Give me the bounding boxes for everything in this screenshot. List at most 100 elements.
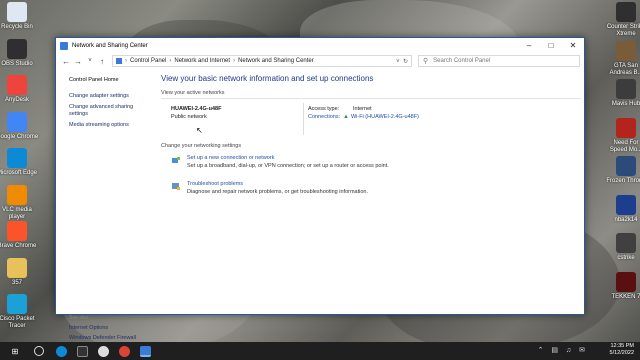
- search-icon[interactable]: [34, 346, 44, 356]
- tekken-icon: [616, 271, 636, 292]
- connection-link[interactable]: ▲ Wi-Fi (HUAWEI-2.4G-u48F): [343, 114, 419, 120]
- sidebar-advanced-sharing[interactable]: Change advanced sharing settings: [69, 104, 145, 118]
- network-type[interactable]: Public network: [171, 114, 207, 120]
- chevron-right-icon: ›: [169, 58, 172, 64]
- desktop-shortcut[interactable]: Google Chrome: [0, 111, 39, 141]
- breadcrumb-control-panel[interactable]: Control Panel: [130, 58, 166, 64]
- see-also-label: See also: [69, 315, 89, 321]
- desktop-shortcut-label: 357: [11, 279, 22, 286]
- desktop-shortcut[interactable]: Counter Strike Xtreme: [604, 2, 640, 38]
- desktop-shortcut-label: OBS Studio: [1, 60, 33, 67]
- desktop-shortcut-label: Mavis Hub: [611, 101, 640, 107]
- setup-connection-desc: Set up a broadband, dial-up, or VPN conn…: [187, 163, 389, 169]
- desktop-shortcut[interactable]: Mavis Hub: [604, 79, 640, 108]
- desktop-shortcut-label: Microsoft Edge: [0, 170, 38, 176]
- obs-icon[interactable]: [98, 345, 109, 357]
- desktop-shortcut-label: AnyDesk: [4, 97, 29, 103]
- terminal-icon[interactable]: [77, 345, 88, 357]
- back-arrow-icon[interactable]: ←: [60, 57, 72, 66]
- troubleshoot-icon: [172, 183, 180, 190]
- taskbar: ⊞ ⌃ ▤ ♫ ✉ 12:35 PM 5/12/2022: [0, 342, 640, 360]
- internet-options-link[interactable]: Internet Options: [69, 325, 145, 332]
- edge-icon: [7, 148, 27, 168]
- desktop-shortcut-label: Recycle Bin: [1, 24, 33, 30]
- vlc-icon: [7, 184, 27, 205]
- desktop-shortcut[interactable]: VLC media player: [0, 184, 39, 221]
- desktop-shortcut-label: TEKKEN 7: [611, 293, 640, 300]
- active-networks-label: View your active networks: [161, 90, 581, 99]
- up-arrow-icon[interactable]: ↑: [96, 57, 108, 66]
- frozen-throne-icon: [616, 156, 636, 176]
- forward-arrow-icon[interactable]: →: [72, 57, 84, 66]
- clock[interactable]: 12:35 PM 5/12/2022: [610, 343, 634, 357]
- address-dropdown-icon[interactable]: ˅ ↻: [396, 58, 411, 65]
- system-tray-icons[interactable]: ⌃ ▤ ♫ ✉: [538, 346, 588, 354]
- breadcrumb-network-internet[interactable]: Network and Internet: [174, 58, 230, 64]
- clock-date: 5/12/2022: [609, 350, 634, 356]
- brave-icon: [7, 221, 27, 241]
- troubleshoot-link[interactable]: Troubleshoot problems: [187, 181, 243, 187]
- sidebar: Control Panel Home Change adapter settin…: [56, 71, 152, 341]
- network-sharing-window: Network and Sharing Center – □ ✕ ← → ˅ ↑…: [55, 37, 585, 341]
- desktop-shortcut[interactable]: 357: [0, 257, 39, 287]
- desktop-shortcut[interactable]: Need For Speed Mo...: [604, 117, 640, 154]
- desktop-shortcut[interactable]: OBS Studio: [0, 38, 39, 68]
- connection-link-label: Wi-Fi (HUAWEI-2.4G-u48F): [350, 114, 419, 120]
- search-placeholder: Search Control Panel: [433, 58, 491, 64]
- control-panel-icon[interactable]: [140, 345, 151, 357]
- desktop-shortcut-label: cstrike: [617, 255, 635, 261]
- close-button[interactable]: ✕: [562, 38, 584, 53]
- firewall-link[interactable]: Windows Defender Firewall: [69, 335, 145, 342]
- desktop-shortcut-label: Counter Strike Xtreme: [606, 24, 640, 37]
- desktop-shortcut[interactable]: GTA San Andreas B...: [604, 40, 640, 77]
- main-panel: View your basic network information and …: [160, 71, 584, 314]
- desktop-shortcut[interactable]: nba2k14: [604, 194, 640, 224]
- anydesk-icon: [7, 75, 27, 95]
- desktop-shortcut-label: VLC media player: [2, 206, 32, 220]
- desktop-shortcut[interactable]: Brave Chrome: [0, 221, 39, 250]
- maximize-button[interactable]: □: [540, 38, 562, 53]
- address-bar[interactable]: › Control Panel › Network and Internet ›…: [112, 55, 412, 67]
- network-name: HUAWEI-2.4G-u48F: [171, 106, 222, 112]
- desktop-shortcut-label: GTA San Andreas B...: [609, 62, 640, 76]
- task-troubleshoot: Troubleshoot problems Diagnose and repai…: [161, 180, 584, 206]
- windows-start-icon[interactable]: ⊞: [8, 344, 22, 358]
- desktop-shortcut-label: Frozen Throne: [606, 178, 640, 184]
- new-connection-icon: [172, 157, 180, 163]
- obs-icon: [7, 38, 27, 59]
- desktop-shortcut[interactable]: cstrike: [604, 233, 640, 262]
- gta-icon: [616, 40, 636, 61]
- folder-icon: [7, 257, 27, 278]
- setup-connection-link[interactable]: Set up a new connection or network: [187, 155, 274, 161]
- sidebar-home-link[interactable]: Control Panel Home: [69, 77, 145, 84]
- cstrike-icon: [616, 233, 636, 253]
- title-bar[interactable]: Network and Sharing Center: [56, 38, 584, 53]
- search-icon: ⚲: [423, 58, 429, 65]
- desktop-shortcut[interactable]: Cisco Packet Tracer: [0, 294, 39, 330]
- search-box[interactable]: ⚲ Search Control Panel: [418, 55, 580, 67]
- access-type-label: Access type:: [308, 106, 340, 112]
- window-controls: – □ ✕: [518, 38, 584, 53]
- troubleshoot-desc: Diagnose and repair network problems, or…: [187, 189, 368, 195]
- wifi-icon: ▲: [343, 114, 349, 120]
- chrome-icon[interactable]: [119, 345, 130, 357]
- sidebar-adapter-settings[interactable]: Change adapter settings: [69, 93, 145, 100]
- desktop-shortcut[interactable]: TEKKEN 7: [604, 271, 640, 301]
- breadcrumb-network-sharing[interactable]: Network and Sharing Center: [238, 58, 314, 64]
- desktop-shortcut[interactable]: Frozen Throne: [604, 156, 640, 185]
- mouse-cursor-icon: ↖: [196, 126, 203, 135]
- minimize-button[interactable]: –: [518, 38, 540, 53]
- divider: [303, 103, 304, 135]
- edge-icon[interactable]: [56, 345, 67, 357]
- change-settings-label: Change your networking settings: [161, 143, 242, 149]
- recent-dropdown-icon[interactable]: ˅: [84, 58, 96, 64]
- chevron-right-icon: ›: [125, 58, 127, 64]
- desktop-shortcut-label: Need For Speed Mo...: [609, 139, 640, 153]
- desktop-shortcut[interactable]: Microsoft Edge: [0, 148, 39, 177]
- sidebar-media-streaming[interactable]: Media streaming options: [69, 122, 145, 129]
- desktop-shortcut-label: nba2k14: [614, 216, 638, 223]
- chrome-icon: [7, 111, 27, 132]
- page-title: View your basic network information and …: [161, 74, 374, 83]
- desktop-shortcut[interactable]: AnyDesk: [0, 75, 39, 104]
- desktop-shortcut[interactable]: Recycle Bin: [0, 2, 39, 31]
